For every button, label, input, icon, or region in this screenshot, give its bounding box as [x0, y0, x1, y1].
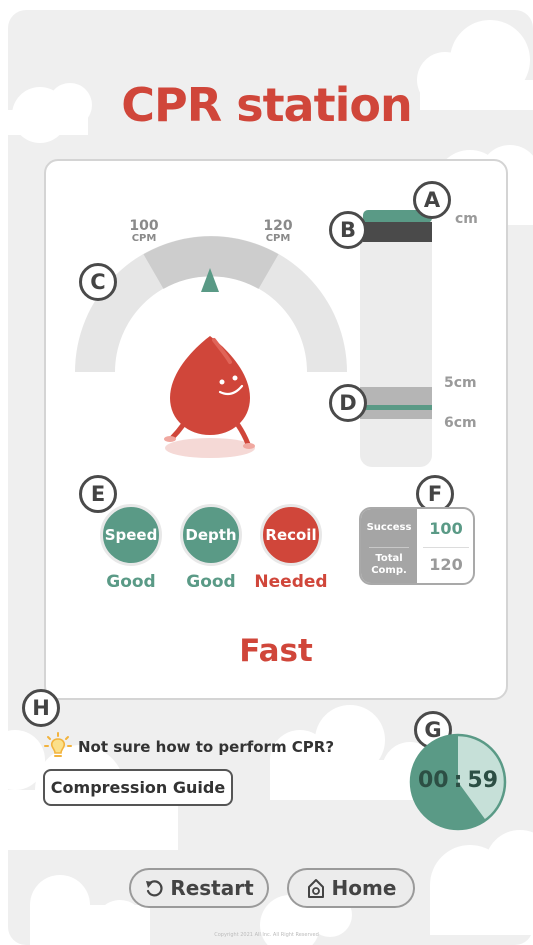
depth-top-bar — [363, 222, 432, 242]
marker-a: A — [413, 181, 451, 219]
home-icon — [307, 879, 324, 898]
cpm-low-label: 100 CPM — [114, 219, 174, 244]
help-prompt: Not sure how to perform CPR? — [78, 738, 335, 756]
depth-current-line — [360, 405, 432, 410]
cpm-low-value: 100 — [129, 218, 159, 234]
stats-value-divider — [423, 547, 469, 548]
restart-button[interactable]: Restart — [129, 868, 269, 908]
depth-meter-track — [360, 212, 432, 467]
depth-top-label: cm — [455, 211, 478, 227]
depth-6cm-label: 6cm — [444, 415, 477, 431]
stats-divider — [369, 547, 409, 548]
depth-indicator-label: Depth — [185, 526, 237, 544]
mascot-shadow — [165, 438, 255, 458]
mascot-icon — [164, 336, 255, 449]
recoil-indicator: Recoil — [260, 504, 322, 566]
feedback-text: Fast — [239, 633, 313, 669]
marker-c: C — [79, 263, 117, 301]
copyright-text: Copyright 2021 All Inc. All Right Reserv… — [214, 932, 319, 938]
lightbulb-icon — [44, 732, 72, 757]
recoil-status: Needed — [254, 572, 328, 592]
recoil-indicator-label: Recoil — [265, 526, 317, 544]
total-label-line-2: Comp. — [371, 565, 407, 576]
speed-indicator-label: Speed — [104, 526, 158, 544]
marker-h: H — [22, 689, 60, 727]
home-button[interactable]: Home — [287, 868, 415, 908]
timer-seconds: 59 — [467, 768, 499, 793]
home-label: Home — [331, 876, 397, 900]
marker-e: E — [79, 475, 117, 513]
speed-status: Good — [106, 572, 156, 592]
app: CPR station 100 CPM 120 CPM cm 5cm 6cm A… — [0, 0, 533, 945]
timer-separator: : — [453, 768, 463, 793]
depth-target-zone — [360, 387, 432, 419]
cpm-high-value: 120 — [263, 218, 293, 234]
cpm-high-label: 120 CPM — [248, 219, 308, 244]
depth-5cm-label: 5cm — [444, 375, 477, 391]
depth-indicator: Depth — [180, 504, 242, 566]
restart-icon — [146, 880, 163, 897]
marker-d: D — [329, 384, 367, 422]
marker-b: B — [329, 211, 367, 249]
success-value: 100 — [429, 519, 463, 538]
timer-minutes: 00 — [417, 768, 449, 793]
timer-readout: 00:59 — [408, 768, 508, 793]
total-value: 120 — [429, 555, 463, 574]
total-label-line-1: Total — [375, 553, 403, 564]
depth-status: Good — [186, 572, 236, 592]
success-label: Success — [366, 522, 412, 533]
cpm-high-unit: CPM — [265, 233, 291, 244]
speed-indicator: Speed — [100, 504, 162, 566]
cpm-low-unit: CPM — [131, 233, 157, 244]
restart-label: Restart — [170, 876, 254, 900]
compression-guide-label: Compression Guide — [50, 778, 226, 797]
compression-stats: Success Total Comp. 100 120 — [359, 507, 475, 585]
compression-guide-button[interactable]: Compression Guide — [43, 769, 233, 806]
